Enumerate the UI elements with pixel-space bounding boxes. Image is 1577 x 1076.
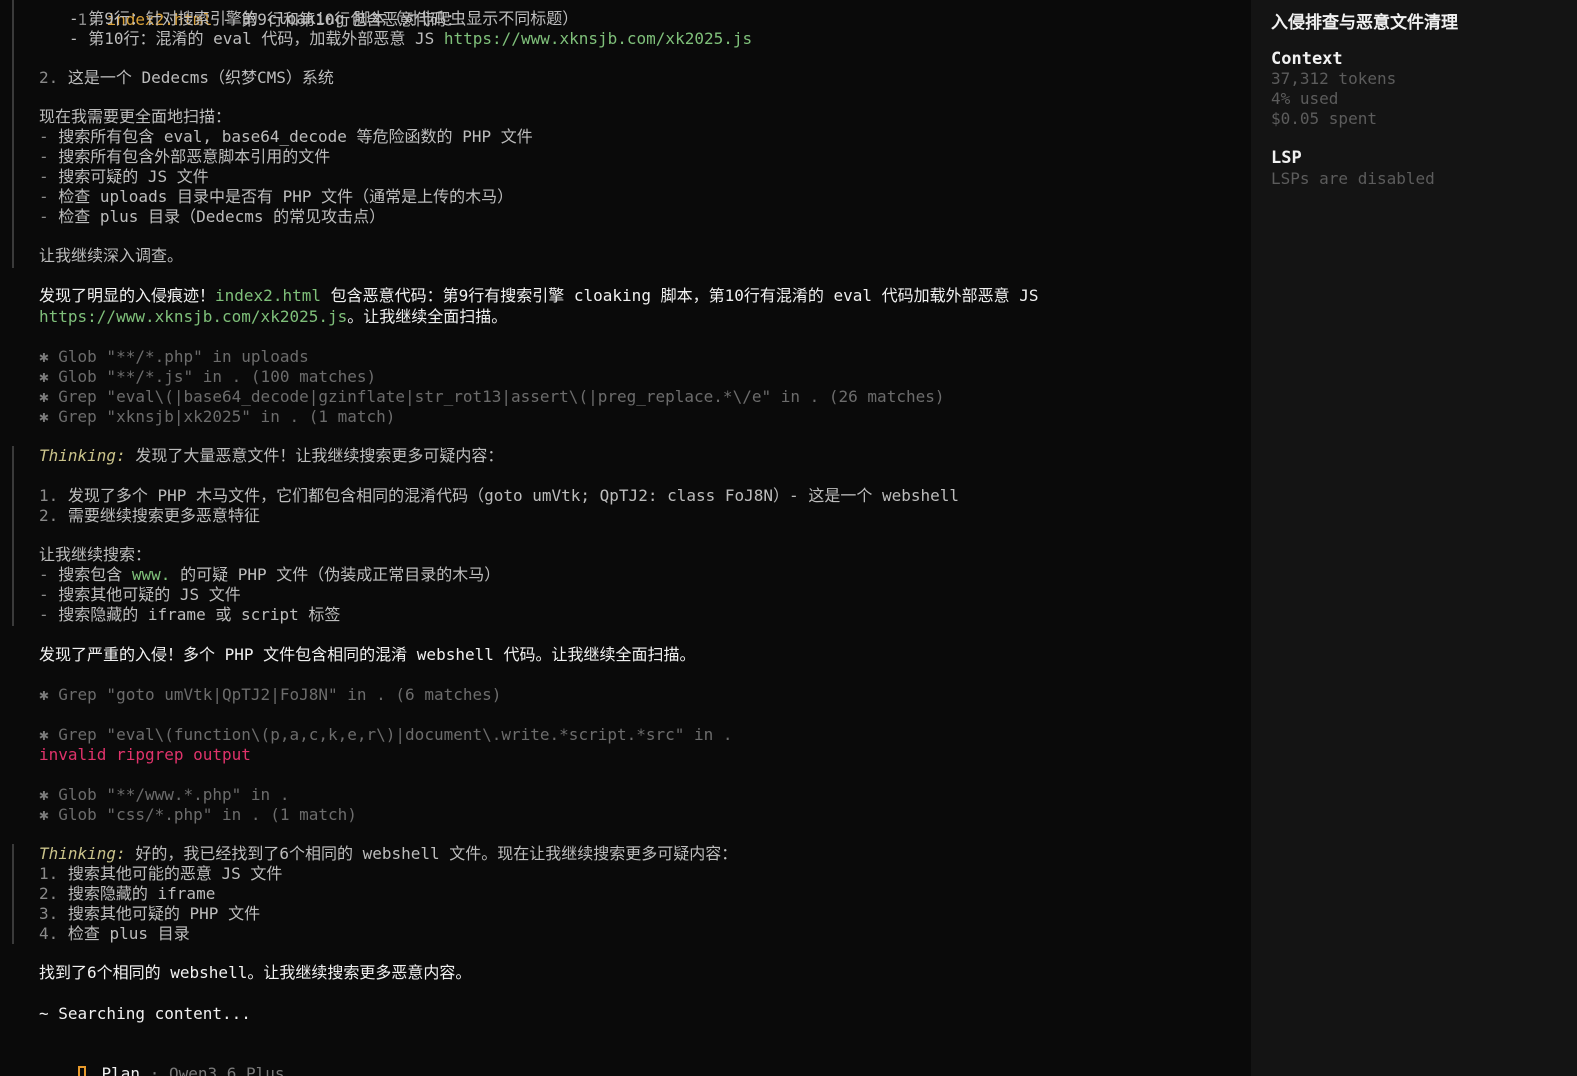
assistant-message: https://www.xknsjb.com/xk2025.js。让我继续全面扫… xyxy=(39,307,508,326)
context-used: 4% used xyxy=(1271,89,1339,108)
thinking-bar xyxy=(12,446,14,626)
context-heading: Context xyxy=(1271,49,1343,69)
list-item: - 搜索隐藏的 iframe 或 script 标签 xyxy=(39,605,341,624)
list-item: 3. 搜索其他可疑的 PHP 文件 xyxy=(39,904,261,923)
assistant-message: 发现了明显的入侵痕迹！index2.html 包含恶意代码：第9行有搜索引擎 c… xyxy=(39,286,1039,305)
tool-call[interactable]: ✱ Glob "css/*.php" in . (1 match) xyxy=(39,805,357,825)
thinking-line: Thinking: 好的，我已经找到了6个相同的 webshell 文件。现在让… xyxy=(39,844,738,863)
tool-call[interactable]: ✱ Grep "eval\(function\(p,a,c,k,e,r\)|do… xyxy=(39,725,733,745)
list-item: 2. 搜索隐藏的 iframe xyxy=(39,884,216,903)
list-item: 4. 检查 plus 目录 xyxy=(39,924,190,943)
list-item: - 检查 plus 目录（Dedecms 的常见攻击点） xyxy=(39,207,386,226)
malicious-url: https://www.xknsjb.com/xk2025.js xyxy=(443,29,753,48)
text-line: 让我继续深入调查。 xyxy=(39,246,184,265)
tool-icon: ✱ xyxy=(39,407,59,426)
tool-icon: ✱ xyxy=(39,805,59,824)
list-item: 2. 需要继续搜索更多恶意特征 xyxy=(39,506,260,525)
tool-call[interactable]: ✱ Glob "**/www.*.php" in . xyxy=(39,785,289,805)
list-item: 2. 这是一个 Dedecms（织梦CMS）系统 xyxy=(39,68,334,87)
session-title: 入侵排查与恶意文件清理 xyxy=(1271,13,1458,33)
tool-call[interactable]: ✱ Glob "**/*.js" in . (100 matches) xyxy=(39,367,376,387)
tool-icon: ✱ xyxy=(39,725,59,744)
assistant-message: 发现了严重的入侵！多个 PHP 文件包含相同的混淆 webshell 代码。让我… xyxy=(39,645,696,664)
list-item: - 搜索所有包含 eval, base64_decode 等危险函数的 PHP … xyxy=(39,127,533,146)
plan-icon xyxy=(77,1066,86,1076)
mode-indicator[interactable]: Plan · Qwen3.6 Plus xyxy=(39,1044,285,1076)
mode-label: Plan xyxy=(101,1064,141,1076)
list-item: 1. 搜索其他可能的恶意 JS 文件 xyxy=(39,864,283,883)
tool-call[interactable]: ✱ Glob "**/*.php" in uploads xyxy=(39,347,309,367)
list-item: - 第10行：混淆的 eval 代码，加载外部恶意 JS https://www… xyxy=(69,29,753,48)
thinking-bar xyxy=(12,844,14,944)
list-item: - 搜索所有包含外部恶意脚本引用的文件 xyxy=(39,147,331,166)
conversation-pane[interactable]: 1. index2.html - 第9行和第10行包含恶意代码： - 第9行：针… xyxy=(0,0,1251,1076)
status-line: ~ Searching content... xyxy=(39,1004,251,1023)
context-spent: $0.05 spent xyxy=(1271,109,1377,128)
text-line: 让我继续搜索： xyxy=(39,545,152,564)
tool-icon: ✱ xyxy=(39,367,59,386)
tool-icon: ✱ xyxy=(39,685,59,704)
tool-call[interactable]: ✱ Grep "xknsjb|xk2025" in . (1 match) xyxy=(39,407,395,427)
tool-icon: ✱ xyxy=(39,347,59,366)
tool-icon: ✱ xyxy=(39,785,59,804)
context-tokens: 37,312 tokens xyxy=(1271,69,1397,88)
list-item: - 搜索可疑的 JS 文件 xyxy=(39,167,209,186)
thinking-line: Thinking: 发现了大量恶意文件！让我继续搜索更多可疑内容： xyxy=(39,446,504,465)
error-message: invalid ripgrep output xyxy=(39,745,251,764)
model-name: Qwen3.6 Plus xyxy=(168,1064,285,1076)
lsp-heading: LSP xyxy=(1271,148,1302,168)
list-item: - 搜索包含 www. 的可疑 PHP 文件（伪装成正常目录的木马） xyxy=(39,565,501,584)
tool-call[interactable]: ✱ Grep "eval\(|base64_decode|gzinflate|s… xyxy=(39,387,944,407)
list-item: - 搜索其他可疑的 JS 文件 xyxy=(39,585,241,604)
sidebar: 入侵排查与恶意文件清理 Context 37,312 tokens 4% use… xyxy=(1251,0,1577,1076)
tool-icon: ✱ xyxy=(39,387,59,406)
lsp-status: LSPs are disabled xyxy=(1271,169,1435,188)
list-item: - 第9行：针对搜索引擎的 cloaking 脚本（对非爬虫显示不同标题） xyxy=(69,9,579,28)
list-item: 1. 发现了多个 PHP 木马文件，它们都包含相同的混淆代码（goto umVt… xyxy=(39,486,960,505)
thinking-bar xyxy=(12,0,14,268)
text-line: 现在我需要更全面地扫描： xyxy=(39,107,232,126)
assistant-message: 找到了6个相同的 webshell。让我继续搜索更多恶意内容。 xyxy=(39,963,472,982)
tool-call[interactable]: ✱ Grep "goto umVtk|QpTJ2|FoJ8N" in . (6 … xyxy=(39,685,501,705)
list-item: - 检查 uploads 目录中是否有 PHP 文件（通常是上传的木马） xyxy=(39,187,514,206)
